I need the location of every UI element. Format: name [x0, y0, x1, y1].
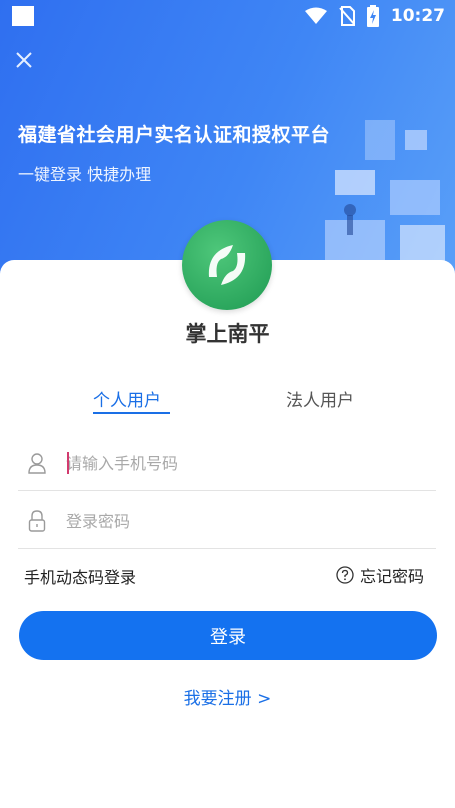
password-input[interactable] — [66, 506, 426, 536]
lock-icon — [28, 510, 46, 532]
tab-personal-user[interactable]: 个人用户 — [93, 386, 161, 411]
password-field — [18, 494, 436, 549]
register-link[interactable]: 我要注册 > — [0, 684, 455, 709]
no-sim-icon — [339, 6, 355, 26]
phone-field — [18, 436, 436, 491]
text-cursor — [67, 452, 69, 474]
tab-legal-user[interactable]: 法人用户 — [286, 386, 354, 411]
forgot-password-label: 忘记密码 — [359, 567, 424, 586]
close-button[interactable] — [12, 48, 36, 72]
app-name: 掌上南平 — [185, 322, 270, 346]
user-icon — [28, 453, 46, 474]
notification-icon — [12, 6, 34, 26]
phone-input[interactable] — [66, 448, 426, 478]
login-button[interactable]: 登录 — [19, 611, 437, 660]
wifi-icon — [304, 7, 327, 24]
close-icon — [16, 52, 32, 68]
app-logo — [182, 220, 272, 310]
leaf-logo-icon — [208, 245, 246, 285]
platform-title: 福建省社会用户实名认证和授权平台 — [18, 124, 331, 146]
clock: 10:27 — [390, 6, 445, 26]
forgot-password-link[interactable]: 忘记密码 — [336, 563, 424, 587]
platform-subtitle: 一键登录 快捷办理 — [18, 165, 152, 184]
battery-charging-icon — [366, 5, 379, 27]
user-type-tabs: 个人用户 法人用户 — [0, 386, 455, 420]
active-tab-indicator — [93, 412, 170, 414]
help-circle-icon — [336, 566, 354, 584]
status-bar: 10:27 — [0, 0, 455, 32]
sms-login-link[interactable]: 手机动态码登录 — [24, 564, 136, 588]
